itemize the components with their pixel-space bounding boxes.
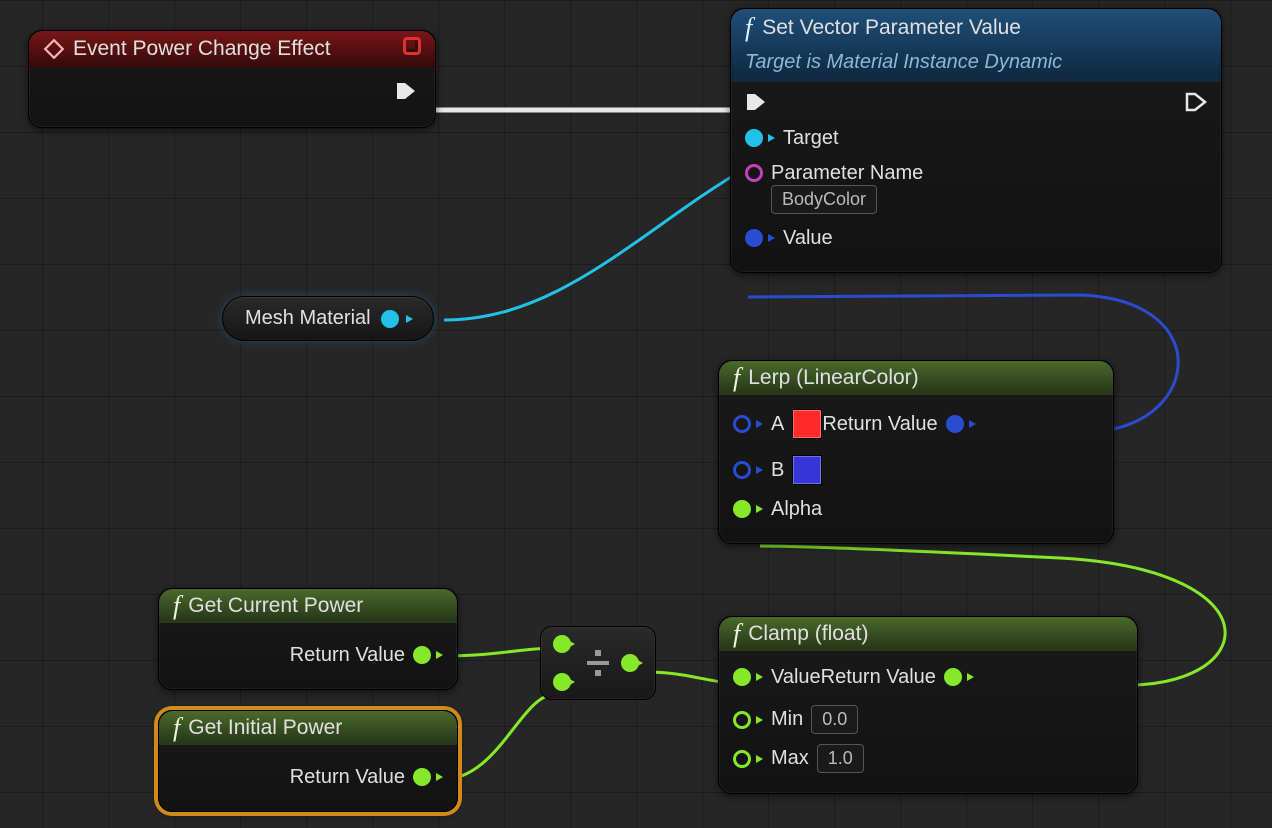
node-get-current-power[interactable]: f Get Current Power Return Value (158, 588, 458, 690)
divide-icon (587, 650, 609, 676)
function-icon: f (173, 593, 180, 619)
pin-a[interactable]: A (733, 409, 822, 439)
min-input[interactable]: 0.0 (811, 705, 858, 734)
event-delegate-icon (403, 37, 421, 55)
node-lerp-linearcolor[interactable]: f Lerp (LinearColor) A Return Value B (718, 360, 1114, 544)
event-icon (43, 38, 65, 60)
swatch-b[interactable] (792, 455, 822, 485)
pin-value[interactable]: Value (733, 663, 821, 691)
pin-return[interactable]: Return Value (290, 763, 443, 791)
function-icon: f (733, 621, 740, 647)
exec-in-pin[interactable] (745, 90, 767, 114)
node-title: Get Initial Power (188, 716, 342, 740)
pin-min[interactable]: Min 0.0 (733, 705, 1123, 734)
node-title: Clamp (float) (748, 622, 868, 646)
node-header: Event Power Change Effect (29, 31, 435, 67)
pin-alpha[interactable]: Alpha (733, 495, 1099, 523)
function-icon: f (733, 365, 740, 391)
node-title: Lerp (LinearColor) (748, 366, 918, 390)
node-divide[interactable] (540, 626, 656, 700)
pin-target[interactable]: Target (745, 124, 1207, 152)
pin-return[interactable]: Return Value (821, 663, 974, 691)
parameter-name-input[interactable]: BodyColor (771, 185, 877, 214)
exec-out-pin[interactable] (395, 79, 417, 103)
node-header: f Get Current Power (159, 589, 457, 623)
pin-value[interactable]: Value (745, 224, 1207, 252)
node-header: f Lerp (LinearColor) (719, 361, 1113, 395)
swatch-a[interactable] (792, 409, 822, 439)
node-event-power-change[interactable]: Event Power Change Effect (28, 30, 436, 128)
node-clamp-float[interactable]: f Clamp (float) Value Return Value Min 0… (718, 616, 1138, 794)
node-title: Set Vector Parameter Value (762, 16, 1021, 40)
pin-out[interactable] (381, 310, 399, 328)
node-header: f Set Vector Parameter Value Target is M… (731, 9, 1221, 82)
function-icon: f (745, 15, 752, 41)
max-input[interactable]: 1.0 (817, 744, 864, 773)
pin-max[interactable]: Max 1.0 (733, 744, 1123, 773)
node-title: Get Current Power (188, 594, 363, 618)
pin-return[interactable]: Return Value (822, 410, 975, 438)
node-title: Event Power Change Effect (73, 37, 331, 61)
node-header: f Clamp (float) (719, 617, 1137, 651)
exec-out-pin[interactable] (1185, 90, 1207, 114)
pin-b[interactable]: B (733, 455, 1099, 485)
pin-return[interactable]: Return Value (290, 641, 443, 669)
node-subtitle: Target is Material Instance Dynamic (745, 51, 1062, 74)
node-header: f Get Initial Power (159, 711, 457, 745)
function-icon: f (173, 715, 180, 741)
node-set-vector-parameter[interactable]: f Set Vector Parameter Value Target is M… (730, 8, 1222, 273)
pin-parameter-name[interactable]: Parameter Name BodyColor (745, 162, 1207, 214)
node-get-initial-power[interactable]: f Get Initial Power Return Value (158, 710, 458, 812)
variable-mesh-material[interactable]: Mesh Material (222, 296, 434, 341)
